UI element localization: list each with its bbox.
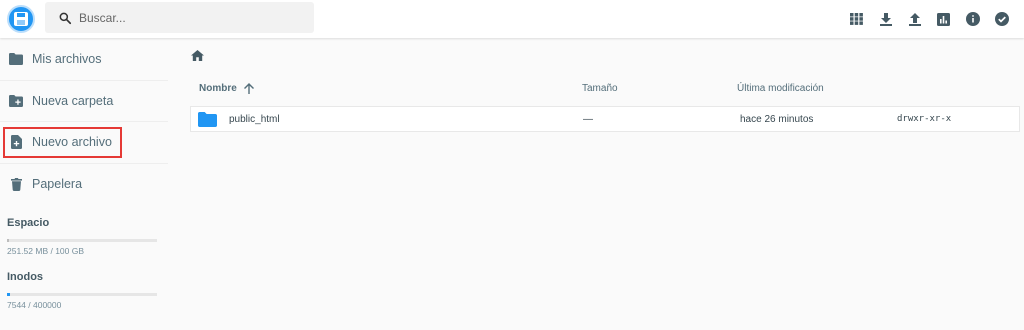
column-name-header[interactable]: Nombre bbox=[199, 83, 254, 94]
sidebar-item-my-files[interactable]: Mis archivos bbox=[0, 39, 168, 81]
inodes-progress-bar bbox=[7, 293, 157, 296]
space-progress-bar bbox=[7, 239, 157, 242]
space-title: Espacio bbox=[7, 217, 50, 229]
download-icon[interactable] bbox=[871, 9, 900, 29]
inodes-usage: Inodos 7544 / 400000 bbox=[0, 271, 168, 310]
sidebar-item-new-folder[interactable]: Nueva carpeta bbox=[0, 81, 168, 122]
inodes-value: 7544 / 400000 bbox=[7, 300, 62, 310]
file-size: — bbox=[583, 114, 593, 125]
sidebar-item-new-file[interactable]: Nuevo archivo bbox=[0, 122, 168, 164]
grid-view-icon[interactable] bbox=[842, 9, 871, 29]
folder-icon bbox=[198, 112, 217, 130]
search-icon bbox=[51, 11, 79, 25]
check-circle-icon[interactable] bbox=[987, 9, 1016, 29]
search-box[interactable] bbox=[45, 2, 314, 33]
list-header: Nombre Tamaño Última modificación bbox=[190, 72, 1020, 106]
highlight-frame bbox=[3, 127, 122, 158]
sidebar-item-trash[interactable]: Papelera bbox=[0, 164, 168, 206]
top-bar bbox=[0, 0, 1024, 38]
search-input[interactable] bbox=[79, 10, 299, 25]
file-permissions: drwxr-xr-x bbox=[897, 114, 952, 124]
trash-icon bbox=[9, 177, 23, 191]
file-name: public_html bbox=[229, 114, 280, 125]
app-logo[interactable] bbox=[7, 5, 35, 33]
sidebar-item-label: Mis archivos bbox=[32, 52, 102, 67]
home-icon[interactable] bbox=[191, 48, 204, 65]
info-icon[interactable] bbox=[958, 9, 987, 29]
file-modified: hace 26 minutos bbox=[740, 114, 814, 125]
inodes-title: Inodos bbox=[7, 271, 44, 283]
folder-icon bbox=[9, 53, 23, 66]
column-size-header[interactable]: Tamaño bbox=[582, 83, 618, 94]
arrow-up-icon[interactable] bbox=[243, 83, 254, 94]
floppy-icon bbox=[14, 12, 28, 26]
column-modified-header[interactable]: Última modificación bbox=[737, 83, 824, 94]
breadcrumb bbox=[191, 48, 204, 66]
sidebar-item-label: Papelera bbox=[32, 177, 83, 192]
sidebar-item-label: Nueva carpeta bbox=[32, 93, 114, 108]
space-value: 251.52 MB / 100 GB bbox=[7, 246, 85, 256]
info-chart-icon[interactable] bbox=[929, 9, 958, 29]
space-progress-fill bbox=[7, 239, 9, 242]
list-item[interactable]: public_html — hace 26 minutos drwxr-xr-x bbox=[190, 106, 1020, 132]
sidebar: Mis archivos Nueva carpeta Nuevo archivo… bbox=[0, 39, 168, 310]
column-name-label: Nombre bbox=[199, 83, 237, 94]
upload-icon[interactable] bbox=[900, 9, 929, 29]
inodes-progress-fill bbox=[7, 293, 10, 296]
space-usage: Espacio 251.52 MB / 100 GB bbox=[0, 217, 168, 256]
new-folder-icon bbox=[9, 94, 23, 107]
